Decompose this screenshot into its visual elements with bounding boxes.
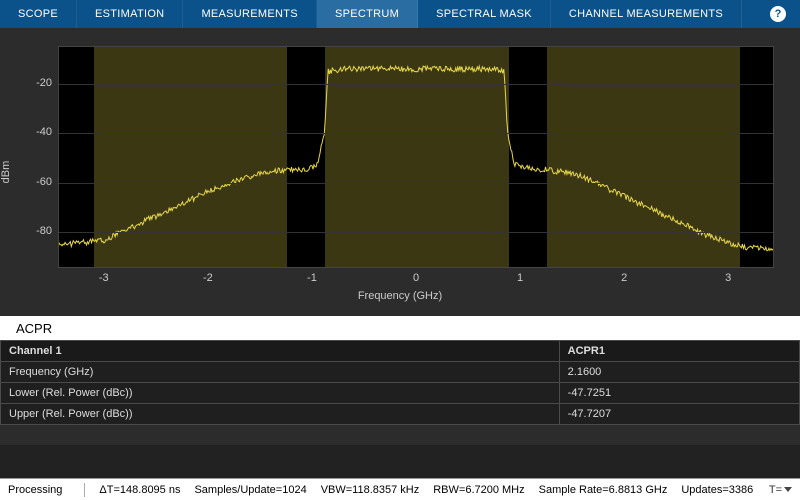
plot-frame[interactable]	[58, 46, 774, 268]
acpr-row: Upper (Rel. Power (dBc))-47.7207	[1, 404, 800, 425]
acpr-value: -47.7207	[559, 404, 799, 425]
y-tick: -40	[36, 126, 52, 138]
chevron-down-icon	[784, 487, 792, 492]
acpr-value: 2.1600	[559, 362, 799, 383]
status-rbw: RBW=6.7200 MHz	[433, 484, 524, 496]
x-tick: 2	[621, 272, 627, 284]
status-processing: Processing	[8, 484, 62, 496]
y-tick: -80	[36, 225, 52, 237]
acpr-label: Frequency (GHz)	[1, 362, 560, 383]
status-dt: ΔT=148.8095 ns	[99, 484, 180, 496]
x-tick: -3	[99, 272, 109, 284]
acpr-title: ACPR	[0, 316, 800, 340]
x-tick: 1	[517, 272, 523, 284]
acpr-table: Channel 1ACPR1 Frequency (GHz)2.1600Lowe…	[0, 340, 800, 425]
status-spu: Samples/Update=1024	[194, 484, 306, 496]
acpr-row: Frequency (GHz)2.1600	[1, 362, 800, 383]
acpr-label: Lower (Rel. Power (dBc))	[1, 383, 560, 404]
status-bar: Processing ΔT=148.8095 ns Samples/Update…	[0, 478, 800, 500]
tab-spectral-mask[interactable]: SPECTRAL MASK	[418, 0, 551, 28]
x-axis-label: Frequency (GHz)	[0, 290, 800, 302]
acpr-col2: ACPR1	[559, 341, 799, 362]
tab-estimation[interactable]: ESTIMATION	[77, 0, 183, 28]
tab-scope[interactable]: SCOPE	[0, 0, 77, 28]
spectrum-plot: dBm -20-40-60-80 -3-2-10123 Frequency (G…	[0, 28, 800, 316]
acpr-col1: Channel 1	[1, 341, 560, 362]
acpr-header-row: Channel 1ACPR1	[1, 341, 800, 362]
acpr-value: -47.7251	[559, 383, 799, 404]
x-ticks: -3 -2 -1 0 1 2 3	[58, 270, 774, 288]
status-sr: Sample Rate=6.8813 GHz	[539, 484, 668, 496]
acpr-spacer	[0, 425, 800, 445]
help-button[interactable]: ?	[756, 0, 800, 28]
tab-measurements[interactable]: MEASUREMENTS	[183, 0, 317, 28]
tab-channel-measurements[interactable]: CHANNEL MEASUREMENTS	[551, 0, 742, 28]
x-tick: -2	[203, 272, 213, 284]
x-tick: 0	[413, 272, 419, 284]
status-tail[interactable]: T=	[769, 484, 792, 496]
spectrum-trace	[59, 47, 773, 267]
x-tick: -1	[307, 272, 317, 284]
y-ticks: -20 -40 -60 -80	[0, 46, 58, 268]
tab-spectrum[interactable]: SPECTRUM	[317, 0, 418, 28]
status-vbw: VBW=118.8357 kHz	[321, 484, 420, 496]
acpr-row: Lower (Rel. Power (dBc))-47.7251	[1, 383, 800, 404]
tab-bar: SCOPEESTIMATIONMEASUREMENTSSPECTRUMSPECT…	[0, 0, 800, 28]
x-tick: 3	[725, 272, 731, 284]
y-tick: -20	[36, 77, 52, 89]
y-tick: -60	[36, 176, 52, 188]
acpr-label: Upper (Rel. Power (dBc))	[1, 404, 560, 425]
status-upd: Updates=3386	[681, 484, 753, 496]
help-icon: ?	[770, 6, 786, 22]
